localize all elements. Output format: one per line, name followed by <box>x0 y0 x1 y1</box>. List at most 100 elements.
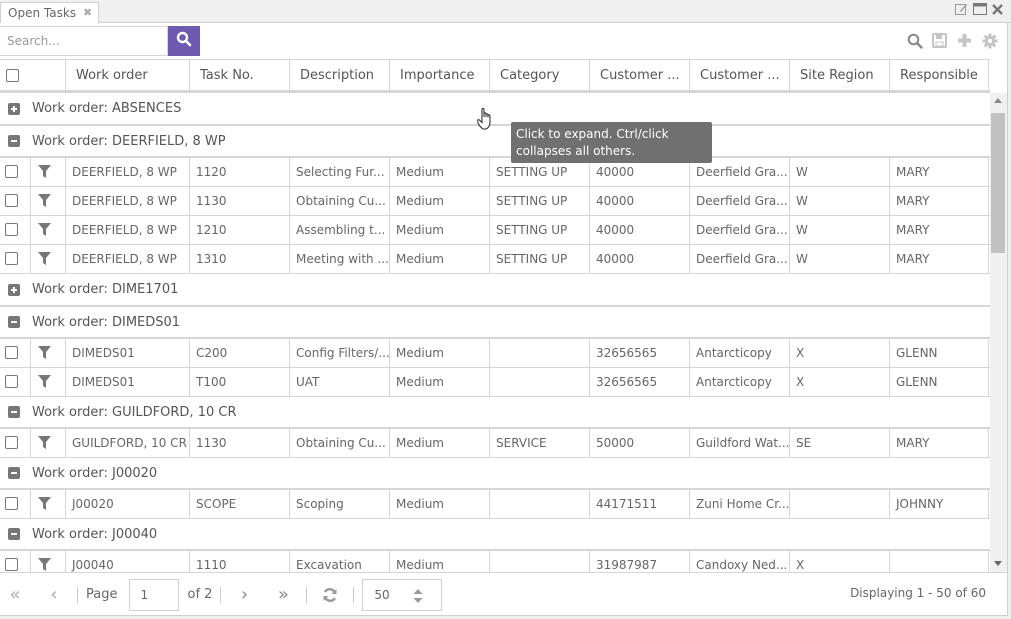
filter-icon[interactable] <box>38 346 51 359</box>
cell-category: SETTING UP <box>490 216 590 244</box>
group-row[interactable]: Work order: GUILDFORD, 10 CR <box>0 397 990 429</box>
filter-icon[interactable] <box>38 252 51 265</box>
row-select-cell <box>0 158 31 186</box>
row-filter-cell <box>31 245 66 273</box>
row-select-cell <box>0 429 31 457</box>
column-header-importance[interactable]: Importance <box>390 60 490 90</box>
column-header-description[interactable]: Description <box>290 60 390 90</box>
cell-responsible: GLENN <box>890 368 989 396</box>
cell-responsible: MARY <box>890 245 989 273</box>
cell-responsible: JOHNNY <box>890 490 989 518</box>
column-header-task-no[interactable]: Task No. <box>190 60 290 90</box>
tab-open-tasks[interactable]: Open Tasks ✖ <box>0 2 99 24</box>
window-controls <box>955 3 1003 18</box>
close-icon[interactable]: ✖ <box>83 6 92 19</box>
search-icon[interactable] <box>906 32 923 49</box>
first-page-button[interactable]: « <box>0 580 30 610</box>
column-header-customer-1[interactable]: Customer ... <box>590 60 690 90</box>
row-checkbox[interactable] <box>5 497 18 510</box>
page-number-input[interactable] <box>129 578 180 611</box>
row-checkbox[interactable] <box>5 165 18 178</box>
save-icon[interactable] <box>931 32 948 49</box>
filter-icon[interactable] <box>38 375 51 388</box>
collapse-icon[interactable] <box>8 467 20 479</box>
column-header-category[interactable]: Category <box>490 60 590 90</box>
group-row[interactable]: Work order: DIMEDS01 <box>0 307 990 339</box>
select-all-checkbox[interactable] <box>6 69 19 82</box>
row-checkbox[interactable] <box>5 252 18 265</box>
row-checkbox[interactable] <box>5 194 18 207</box>
table-row[interactable]: J00040 1110 Excavation Medium 31987987 Candox… <box>0 551 990 572</box>
cell-importance: Medium <box>390 490 490 518</box>
gear-icon[interactable] <box>981 32 998 49</box>
collapse-icon[interactable] <box>8 316 20 328</box>
row-filter-cell <box>31 158 66 186</box>
filter-icon[interactable] <box>38 194 51 207</box>
column-header-responsible[interactable]: Responsible <box>890 60 989 90</box>
scrollbar-thumb[interactable] <box>991 113 1005 253</box>
row-checkbox[interactable] <box>5 346 18 359</box>
cell-customer-name: Antarcticopy <box>690 368 790 396</box>
group-row[interactable]: Work order: J00020 <box>0 458 990 490</box>
table-row[interactable]: DIMEDS01 T100 UAT Medium 32656565 Antarcticop… <box>0 368 990 397</box>
expand-icon[interactable] <box>8 283 20 296</box>
cell-description: Config Filters/... <box>290 339 390 367</box>
cell-importance: Medium <box>390 245 490 273</box>
column-header-work-order[interactable]: Work order <box>66 60 190 90</box>
column-header-site-region[interactable]: Site Region <box>790 60 890 90</box>
group-row[interactable]: Work order: ABSENCES <box>0 93 990 126</box>
cell-work-order: DIMEDS01 <box>66 339 190 367</box>
close-window-icon[interactable] <box>992 3 1003 18</box>
row-checkbox[interactable] <box>5 436 18 449</box>
table-row[interactable]: GUILDFORD, 10 CR 1130 Obtaining Cu... Mediu… <box>0 429 990 458</box>
add-icon[interactable] <box>956 32 973 49</box>
group-row[interactable]: Work order: DEERFIELD, 8 WP <box>0 126 990 158</box>
cell-category <box>490 339 590 367</box>
row-checkbox[interactable] <box>5 223 18 236</box>
cell-task-no: 1310 <box>190 245 290 273</box>
cell-customer-name: Deerfield Gra... <box>690 187 790 215</box>
cell-site-region: W <box>790 187 890 215</box>
filter-icon[interactable] <box>38 558 51 571</box>
row-checkbox[interactable] <box>5 375 18 388</box>
row-filter-cell <box>31 187 66 215</box>
group-row[interactable]: Work order: J00040 <box>0 519 990 551</box>
previous-page-button[interactable]: ‹ <box>39 580 69 610</box>
cell-task-no: T100 <box>190 368 290 396</box>
maximize-icon[interactable] <box>973 3 987 18</box>
table-row[interactable]: DEERFIELD, 8 WP 1130 Obtaining Cu... Medium… <box>0 187 990 216</box>
collapse-icon[interactable] <box>8 135 20 147</box>
scroll-down-arrow-icon[interactable] <box>994 561 1002 566</box>
edit-icon[interactable] <box>955 3 968 18</box>
collapse-icon[interactable] <box>8 528 20 540</box>
group-row[interactable]: Work order: DIME1701 <box>0 274 990 307</box>
filter-icon[interactable] <box>38 223 51 236</box>
page-size-spinner[interactable]: 50 <box>362 578 443 611</box>
table-row[interactable]: DEERFIELD, 8 WP 1210 Assembling t... Medium… <box>0 216 990 245</box>
search-input[interactable] <box>0 26 168 56</box>
table-row[interactable]: DEERFIELD, 8 WP 1120 Selecting Fur... Mediu… <box>0 158 990 187</box>
cell-category <box>490 490 590 518</box>
row-checkbox[interactable] <box>5 558 18 571</box>
cell-description: Selecting Fur... <box>290 158 390 186</box>
grid-header: Work order Task No. Description Importan… <box>0 59 990 93</box>
row-select-cell <box>0 187 31 215</box>
filter-icon[interactable] <box>38 497 51 510</box>
refresh-button[interactable] <box>315 580 345 610</box>
scroll-up-arrow-icon[interactable] <box>994 98 1002 103</box>
search-button[interactable] <box>168 26 200 56</box>
collapse-icon[interactable] <box>8 406 20 418</box>
column-header-customer-2[interactable]: Customer ... <box>690 60 790 90</box>
last-page-button[interactable]: » <box>268 580 298 610</box>
group-label: Work order: DEERFIELD, 8 WP <box>32 133 226 149</box>
cell-category <box>490 551 590 572</box>
table-row[interactable]: J00020 SCOPE Scoping Medium 44171511 Zuni Hom… <box>0 490 990 519</box>
next-page-button[interactable]: › <box>229 580 259 610</box>
filter-icon[interactable] <box>38 436 51 449</box>
cell-importance: Medium <box>390 187 490 215</box>
table-row[interactable]: DEERFIELD, 8 WP 1310 Meeting with ... Mediu… <box>0 245 990 274</box>
table-row[interactable]: DIMEDS01 C200 Config Filters/... Medium 3265… <box>0 339 990 368</box>
filter-icon[interactable] <box>38 165 51 178</box>
vertical-scrollbar[interactable] <box>990 93 1007 572</box>
expand-icon[interactable] <box>8 102 20 115</box>
